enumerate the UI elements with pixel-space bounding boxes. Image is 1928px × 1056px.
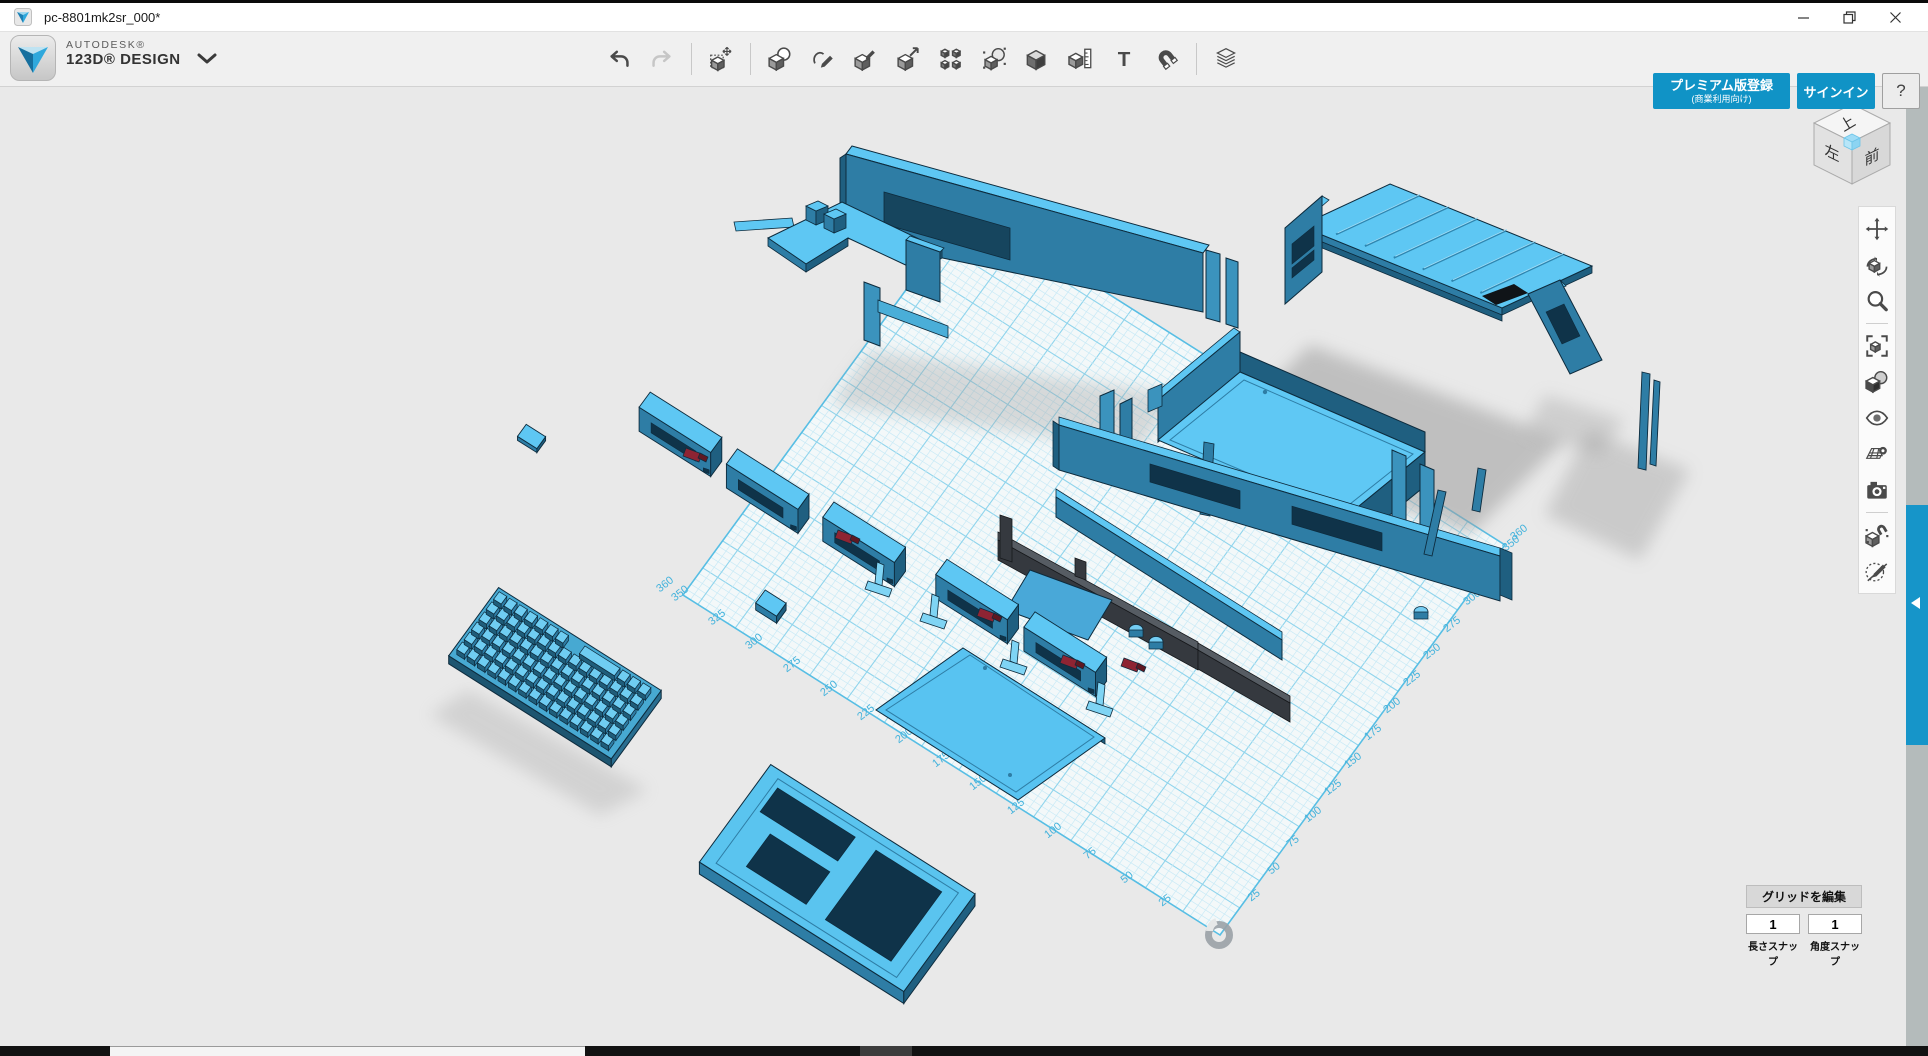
view-fit-view-button[interactable] xyxy=(1861,328,1893,364)
svg-text:T: T xyxy=(1118,48,1131,71)
view-toolbar-separator xyxy=(1866,323,1888,324)
toolbar-primitives-button[interactable] xyxy=(763,39,797,79)
brand-text: AUTODESK® 123D® DESIGN xyxy=(66,40,181,68)
restore-button[interactable] xyxy=(1827,3,1871,31)
grid-snap-panel: グリッドを編集 長さスナップ 角度スナップ xyxy=(1746,885,1862,908)
angle-snap-label: 角度スナップ xyxy=(1808,938,1862,968)
redo-icon xyxy=(649,46,675,72)
expand-panel-arrow-icon xyxy=(1911,597,1920,609)
3d-viewport[interactable]: 2525505075751001001251251501501751752002… xyxy=(0,0,1928,1056)
toolbar-transform-move-button[interactable] xyxy=(704,39,738,79)
app-document-icon xyxy=(14,8,32,26)
view-snap-to-object-button[interactable] xyxy=(1861,517,1893,553)
orbit-icon xyxy=(1864,252,1890,278)
toolbar-separator xyxy=(691,43,692,75)
modify-icon xyxy=(896,46,922,72)
view-shaded-view-button[interactable] xyxy=(1861,364,1893,400)
toolbar-combine-button[interactable] xyxy=(978,39,1012,79)
toolbar-material-button[interactable] xyxy=(1021,39,1055,79)
view-screenshot-button[interactable] xyxy=(1861,472,1893,508)
main-toolbar: T xyxy=(602,38,1243,80)
minimize-button[interactable] xyxy=(1781,3,1825,31)
view-orbit-button[interactable] xyxy=(1861,247,1893,283)
angle-snap-input[interactable] xyxy=(1808,914,1862,934)
3d-scene[interactable]: 2525505075751001001251251501501751752002… xyxy=(0,0,1928,1056)
app-window: 2525505075751001001251251501501751752002… xyxy=(0,0,1928,1056)
123d-design-logo[interactable] xyxy=(10,35,56,81)
shaded-view-icon xyxy=(1864,369,1890,395)
collapsed-panel-tab[interactable] xyxy=(1906,505,1928,745)
main-menu-chevron-icon[interactable] xyxy=(196,50,218,68)
window-titlebar: pc-8801mk2sr_000* xyxy=(0,3,1928,32)
length-snap-input[interactable] xyxy=(1746,914,1800,934)
measure-icon xyxy=(1068,46,1094,72)
view-grid-visibility-button[interactable] xyxy=(1861,436,1893,472)
pattern-icon xyxy=(939,46,965,72)
fit-view-icon xyxy=(1864,333,1890,359)
os-taskbar[interactable] xyxy=(0,1046,1928,1056)
taskbar-app-segment-2[interactable] xyxy=(860,1046,912,1056)
toolbar-redo-button[interactable] xyxy=(645,39,679,79)
toolbar-undo-button[interactable] xyxy=(602,39,636,79)
material-icon xyxy=(1025,46,1051,72)
close-icon xyxy=(1889,11,1902,24)
visibility-icon xyxy=(1864,405,1890,431)
application-toolbar: AUTODESK® 123D® DESIGN T プレミアム版登録 (商業利用向… xyxy=(0,31,1928,87)
toolbar-separator xyxy=(750,43,751,75)
combine-icon xyxy=(982,46,1008,72)
toolbar-sketch-button[interactable] xyxy=(806,39,840,79)
view-zoom-button[interactable] xyxy=(1861,283,1893,319)
toolbar-modify-button[interactable] xyxy=(892,39,926,79)
toolbar-construct-button[interactable] xyxy=(849,39,883,79)
toolbar-measure-button[interactable] xyxy=(1064,39,1098,79)
close-button[interactable] xyxy=(1873,3,1917,31)
premium-register-button[interactable]: プレミアム版登録 (商業利用向け) xyxy=(1653,73,1790,109)
edit-grid-button[interactable]: グリッドを編集 xyxy=(1746,885,1862,908)
layers-icon xyxy=(1213,46,1239,72)
toolbar-separator xyxy=(1196,43,1197,75)
sign-in-button[interactable]: サインイン xyxy=(1797,73,1875,109)
view-visibility-button[interactable] xyxy=(1861,400,1893,436)
view-toolbar-separator xyxy=(1866,512,1888,513)
help-button[interactable]: ? xyxy=(1882,73,1920,109)
toolbar-text-button[interactable]: T xyxy=(1107,39,1141,79)
toolbar-layers-button[interactable] xyxy=(1209,39,1243,79)
window-title: pc-8801mk2sr_000* xyxy=(44,10,160,25)
length-snap-label: 長さスナップ xyxy=(1746,938,1800,968)
snap-icon xyxy=(1154,46,1180,72)
undo-icon xyxy=(606,46,632,72)
primitives-icon xyxy=(767,46,793,72)
grid-visibility-icon xyxy=(1864,441,1890,467)
zoom-icon xyxy=(1864,288,1890,314)
snap-to-object-icon xyxy=(1864,522,1890,548)
taskbar-app-segment[interactable] xyxy=(110,1046,585,1056)
transform-move-icon xyxy=(708,46,734,72)
text-icon: T xyxy=(1111,46,1137,72)
pan-icon xyxy=(1864,216,1890,242)
screenshot-icon xyxy=(1864,477,1890,503)
sketch-visibility-icon xyxy=(1864,558,1890,584)
minimize-icon xyxy=(1797,11,1810,24)
construct-icon xyxy=(853,46,879,72)
toolbar-pattern-button[interactable] xyxy=(935,39,969,79)
view-pan-button[interactable] xyxy=(1861,211,1893,247)
toolbar-snap-button[interactable] xyxy=(1150,39,1184,79)
sketch-icon xyxy=(810,46,836,72)
right-edge-scrollbar[interactable] xyxy=(1906,86,1928,1046)
view-sketch-visibility-button[interactable] xyxy=(1861,553,1893,589)
view-toolbar xyxy=(1858,206,1896,594)
restore-icon xyxy=(1843,11,1856,24)
